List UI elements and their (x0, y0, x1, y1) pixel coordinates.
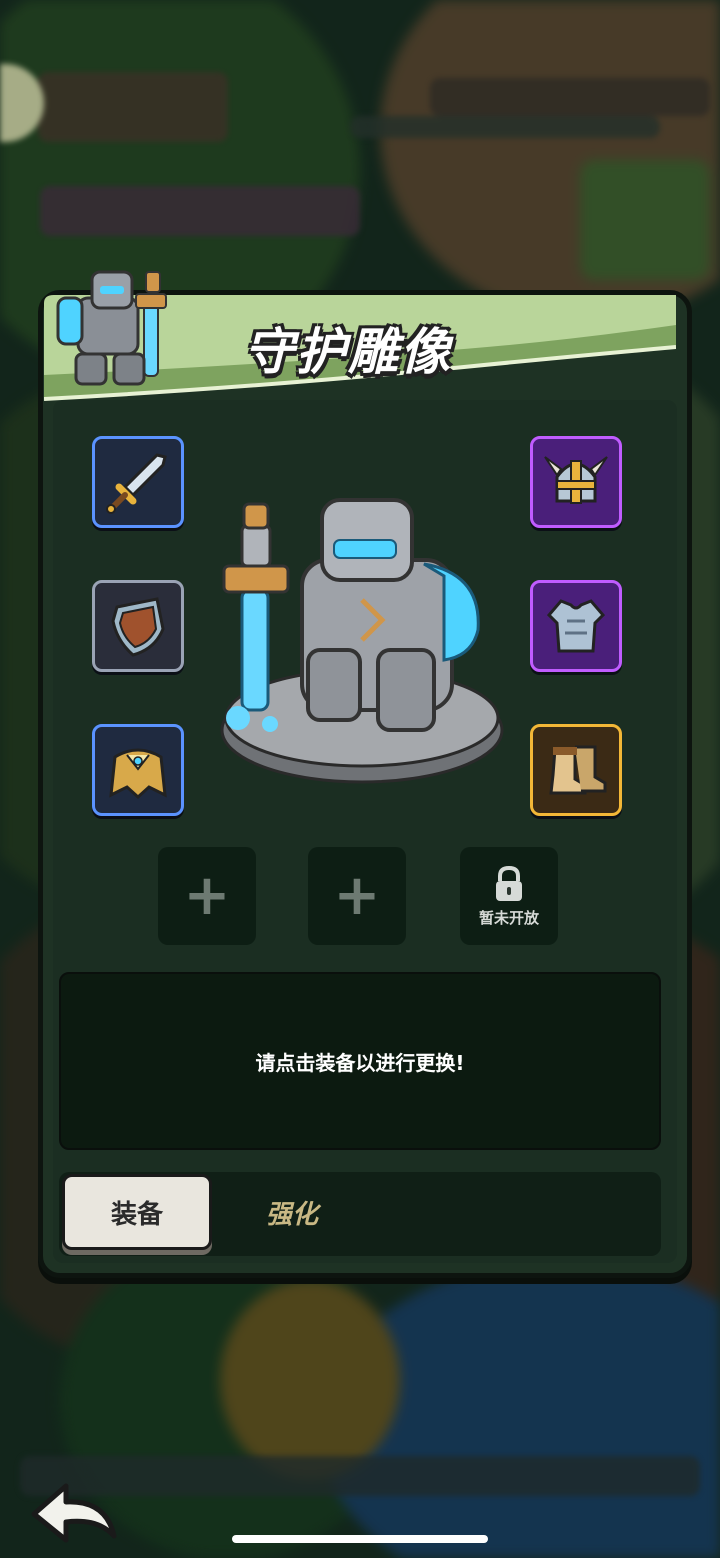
locked-label: 暂未开放 (478, 908, 539, 927)
tab-enhance-label: 强化 (265, 1199, 318, 1230)
info-message: 请点击装备以进行更换! (255, 1050, 465, 1075)
equipment-slot-weapon[interactable] (92, 436, 184, 528)
page-title: 守护雕像 (244, 323, 452, 381)
tab-equipment[interactable]: 装备 (62, 1174, 212, 1250)
horned-helmet-icon (544, 456, 608, 504)
extra-slot-locked: 暂未开放 (460, 847, 558, 945)
equipment-slot-shield[interactable] (92, 580, 184, 672)
sword-icon (106, 453, 167, 514)
equipment-slot-boots[interactable] (530, 724, 622, 816)
extra-slot-add-1[interactable]: + (158, 847, 256, 945)
cape-icon (109, 748, 167, 800)
boots-icon (549, 745, 607, 795)
equipment-slot-armor[interactable] (530, 580, 622, 672)
back-arrow-icon[interactable] (28, 1478, 120, 1548)
info-box: 请点击装备以进行更换! (59, 972, 661, 1150)
equipment-slot-helmet[interactable] (530, 436, 622, 528)
shield-icon (111, 597, 165, 657)
home-indicator[interactable] (232, 1535, 488, 1543)
tab-enhance[interactable]: 强化 (232, 1180, 352, 1244)
extra-slot-add-2[interactable]: + (308, 847, 406, 945)
plus-icon: + (333, 863, 381, 928)
guardian-statue-model (220, 498, 504, 784)
guardian-statue-icon (56, 270, 167, 386)
plus-icon: + (183, 863, 231, 928)
equipment-slot-cape[interactable] (92, 724, 184, 816)
tab-equipment-label: 装备 (110, 1199, 163, 1230)
armor-icon (546, 599, 606, 653)
lock-icon (496, 865, 522, 901)
